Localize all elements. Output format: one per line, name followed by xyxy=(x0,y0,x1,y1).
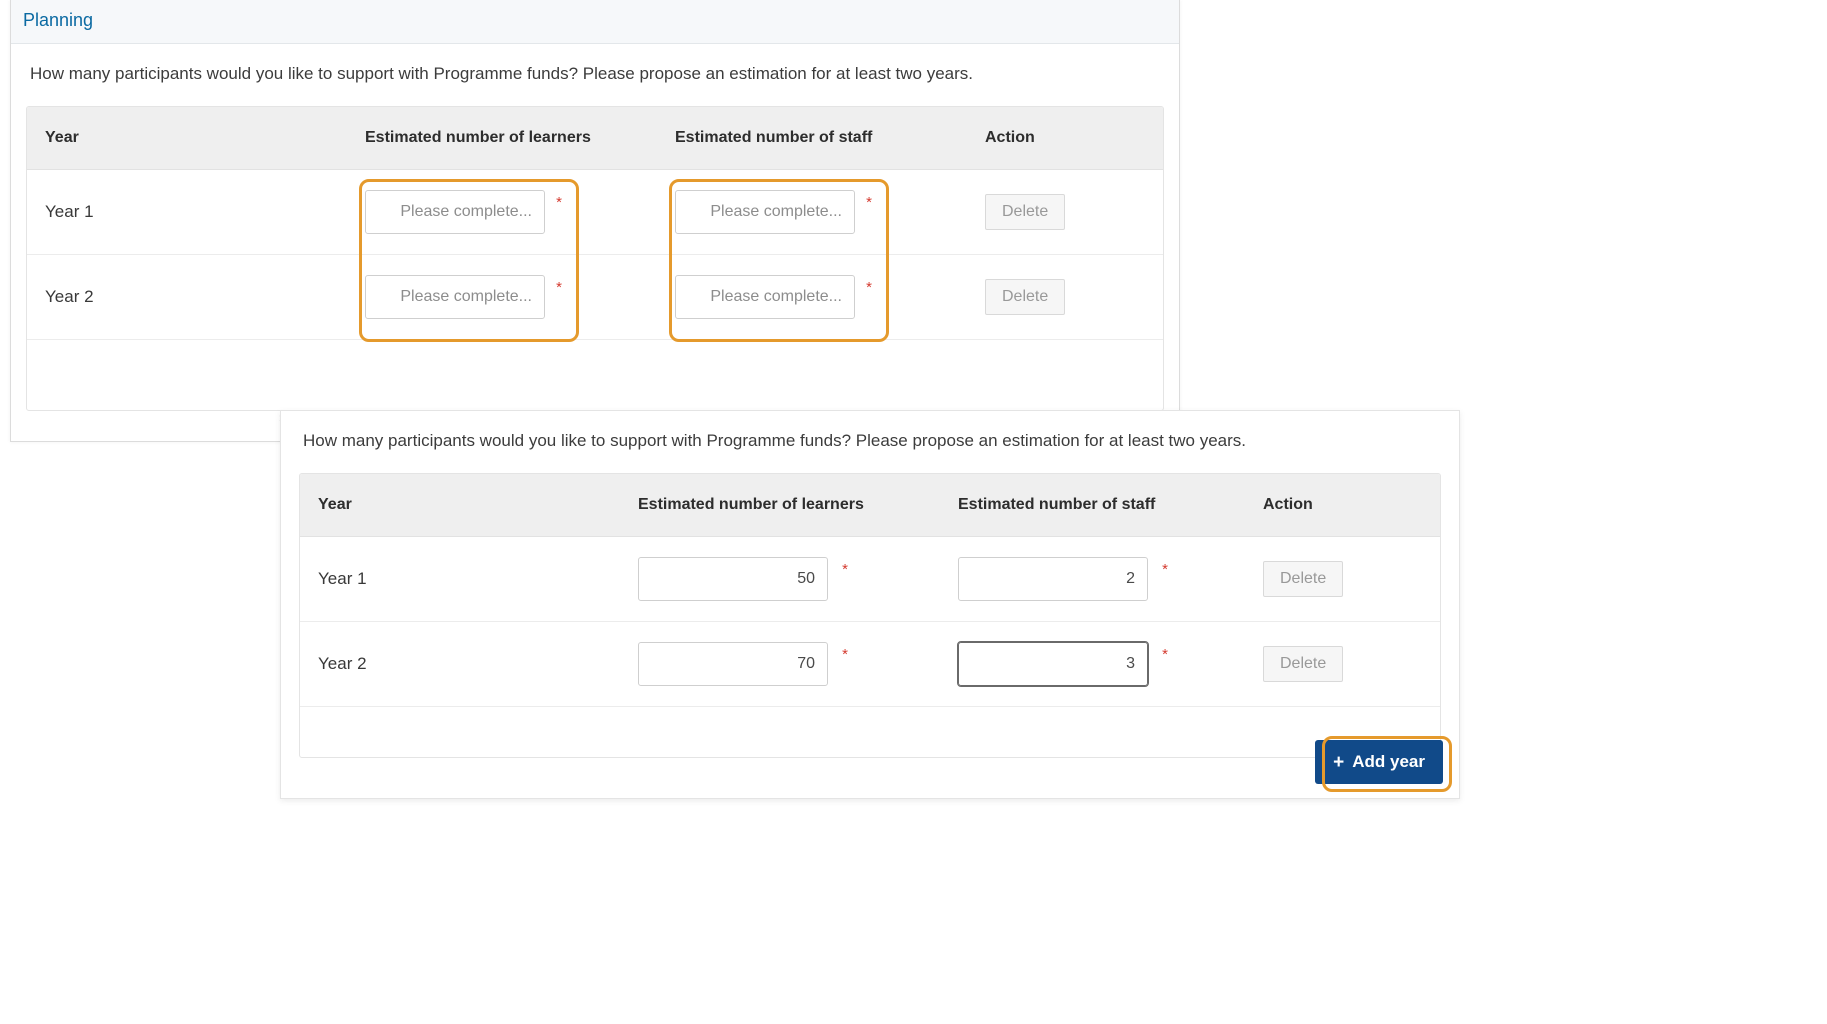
delete-button[interactable]: Delete xyxy=(985,279,1065,315)
learners-input-wrap: * xyxy=(365,190,550,234)
staff-input-wrap: * xyxy=(675,275,860,319)
plus-icon: + xyxy=(1333,753,1344,772)
table-row: Year 1 * * Delete xyxy=(300,537,1440,622)
learners-input-wrap: * xyxy=(638,557,836,601)
add-year-button[interactable]: + Add year xyxy=(1315,740,1443,784)
col-staff: Estimated number of staff xyxy=(958,496,1263,514)
panel-header: Planning xyxy=(11,0,1179,44)
col-action: Action xyxy=(1263,496,1433,514)
staff-input-wrap: * xyxy=(958,557,1156,601)
learners-input[interactable] xyxy=(638,642,828,686)
panel-filled-state: How many participants would you like to … xyxy=(280,410,1460,799)
staff-input-wrap: * xyxy=(675,190,860,234)
col-year: Year xyxy=(45,129,365,147)
table-header: Year Estimated number of learners Estima… xyxy=(27,107,1163,170)
question-text: How many participants would you like to … xyxy=(26,64,1164,84)
required-icon: * xyxy=(866,279,872,296)
staff-input[interactable] xyxy=(675,190,855,234)
required-icon: * xyxy=(1162,646,1168,663)
table-spacer xyxy=(300,707,1440,757)
staff-input-wrap: * xyxy=(958,642,1156,686)
year-label: Year 2 xyxy=(45,287,365,307)
table-row: Year 2 * * Delete xyxy=(27,255,1163,340)
year-label: Year 2 xyxy=(318,654,638,674)
question-text: How many participants would you like to … xyxy=(299,431,1441,451)
col-year: Year xyxy=(318,496,638,514)
learners-input-wrap: * xyxy=(365,275,550,319)
year-label: Year 1 xyxy=(45,202,365,222)
planning-table: Year Estimated number of learners Estima… xyxy=(26,106,1164,411)
col-learners: Estimated number of learners xyxy=(638,496,958,514)
add-year-label: Add year xyxy=(1352,752,1425,772)
col-learners: Estimated number of learners xyxy=(365,129,675,147)
page-title: Planning xyxy=(23,10,1167,31)
col-staff: Estimated number of staff xyxy=(675,129,985,147)
year-label: Year 1 xyxy=(318,569,638,589)
required-icon: * xyxy=(556,194,562,211)
staff-input[interactable] xyxy=(675,275,855,319)
table-spacer xyxy=(27,340,1163,410)
panel-empty-state: Planning How many participants would you… xyxy=(10,0,1180,442)
table-row: Year 2 * * Delete xyxy=(300,622,1440,707)
required-icon: * xyxy=(556,279,562,296)
delete-button[interactable]: Delete xyxy=(985,194,1065,230)
required-icon: * xyxy=(842,561,848,578)
learners-input-wrap: * xyxy=(638,642,836,686)
learners-input[interactable] xyxy=(638,557,828,601)
required-icon: * xyxy=(1162,561,1168,578)
delete-button[interactable]: Delete xyxy=(1263,561,1343,597)
col-action: Action xyxy=(985,129,1164,147)
table-row: Year 1 * * Delete xyxy=(27,170,1163,255)
learners-input[interactable] xyxy=(365,275,545,319)
staff-input[interactable] xyxy=(958,557,1148,601)
required-icon: * xyxy=(842,646,848,663)
required-icon: * xyxy=(866,194,872,211)
learners-input[interactable] xyxy=(365,190,545,234)
planning-table: Year Estimated number of learners Estima… xyxy=(299,473,1441,758)
delete-button[interactable]: Delete xyxy=(1263,646,1343,682)
staff-input[interactable] xyxy=(958,642,1148,686)
table-header: Year Estimated number of learners Estima… xyxy=(300,474,1440,537)
panel-body: How many participants would you like to … xyxy=(11,44,1179,441)
